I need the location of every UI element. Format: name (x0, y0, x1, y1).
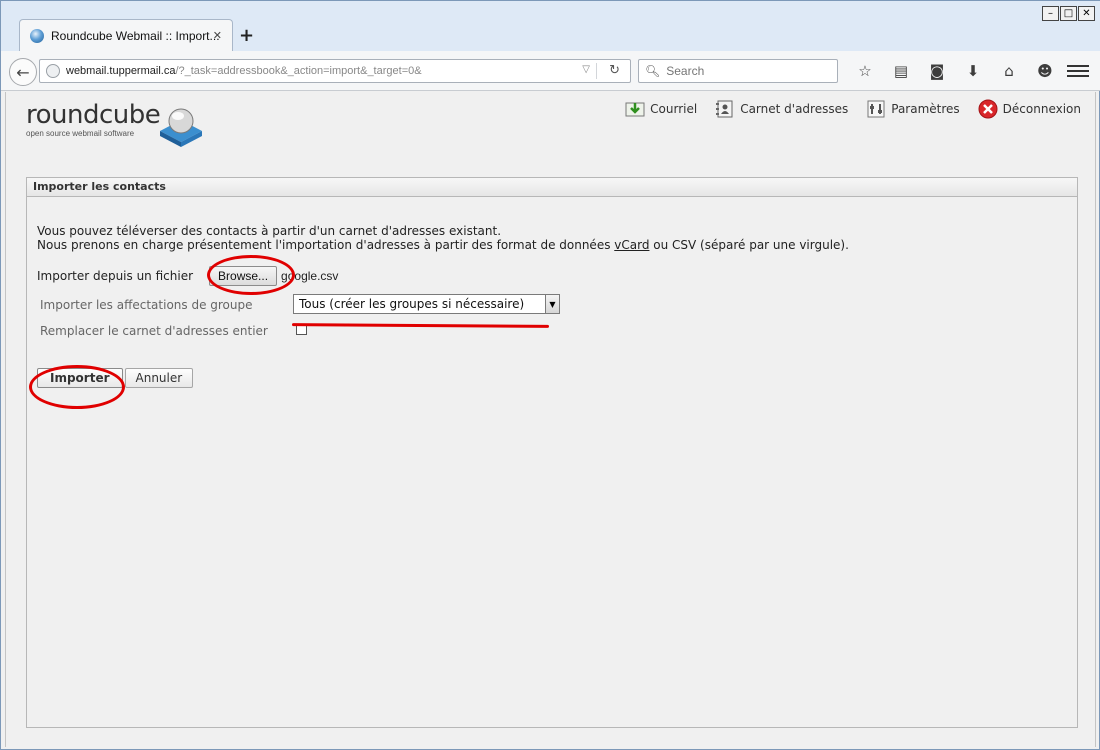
logo-tagline: open source webmail software (26, 129, 135, 138)
form-buttons: Importer Annuler (37, 368, 194, 388)
intro-line-1: Vous pouvez téléverser des contacts à pa… (37, 224, 502, 238)
replace-addressbook-label: Remplacer le carnet d'adresses entier (40, 324, 268, 338)
close-button[interactable]: ✕ (1078, 6, 1095, 21)
nav-addressbook-button[interactable]: Carnet d'adresses (715, 100, 848, 118)
nav-mail-label: Courriel (650, 102, 698, 116)
nav-logout-button[interactable]: Déconnexion (978, 99, 1081, 119)
chevron-down-icon[interactable]: ▼ (545, 295, 559, 313)
reading-list-icon[interactable]: ▤ (883, 61, 919, 81)
bookmark-star-icon[interactable]: ☆ (847, 61, 883, 81)
replace-addressbook-checkbox[interactable] (296, 324, 307, 335)
vcard-link[interactable]: vCard (614, 238, 649, 252)
group-assignments-value: Tous (créer les groupes si nécessaire) (299, 297, 525, 311)
browser-search-input[interactable] (666, 64, 827, 78)
site-identity-icon[interactable] (46, 64, 60, 78)
nav-mail-button[interactable]: Courriel (625, 100, 697, 118)
hamburger-menu-icon[interactable] (1067, 61, 1089, 81)
browser-toolbar-icons: ☆ ▤ ◙ ⬇ ⌂ ☻ (847, 61, 1063, 81)
panel-title: Importer les contacts (27, 178, 1077, 197)
file-upload-label: Importer depuis un fichier (37, 269, 194, 283)
top-navigation: Courriel Carnet d'adresses Paramètres Dé… (625, 99, 1081, 119)
nav-settings-button[interactable]: Paramètres (866, 100, 960, 118)
import-button[interactable]: Importer (37, 368, 123, 388)
nav-logout-label: Déconnexion (1002, 102, 1081, 116)
url-history-dropdown-icon[interactable]: ▽ (582, 64, 590, 75)
url-separator (596, 63, 597, 79)
maximize-button[interactable]: □ (1060, 6, 1077, 21)
group-assignments-label: Importer les affectations de groupe (40, 298, 253, 312)
url-path: /?_task=addressbook&_action=import&_targ… (175, 65, 422, 77)
logout-icon (978, 99, 998, 119)
intro-line-2-start: Nous prenons en charge présentement l'im… (37, 238, 615, 252)
chat-icon[interactable]: ☻ (1027, 61, 1063, 81)
download-icon[interactable]: ⬇ (955, 61, 991, 81)
url-text[interactable]: webmail.tuppermail.ca/?_task=addressbook… (66, 65, 422, 77)
window-controls: – □ ✕ (1042, 6, 1095, 21)
roundcube-page: roundcube open source webmail software C… (5, 92, 1096, 747)
home-icon[interactable]: ⌂ (991, 61, 1027, 81)
nav-addressbook-label: Carnet d'adresses (740, 102, 849, 116)
intro-line-2: Nous prenons en charge présentement l'im… (37, 238, 849, 252)
pocket-icon[interactable]: ◙ (919, 61, 955, 81)
new-tab-button[interactable]: + (239, 25, 254, 46)
back-arrow-icon: ← (16, 62, 30, 82)
import-contacts-panel: Importer les contacts Vous pouvez téléve… (26, 177, 1078, 728)
nav-settings-label: Paramètres (891, 102, 960, 116)
selected-file-name: google.csv (281, 269, 339, 283)
roundcube-cube-icon (160, 108, 202, 147)
roundcube-logo[interactable]: roundcube open source webmail software (26, 100, 202, 147)
browser-navbar: ← webmail.tuppermail.ca/?_task=addressbo… (1, 51, 1100, 91)
browser-tab[interactable]: Roundcube Webmail :: Import... ✕ (19, 19, 233, 51)
url-domain: webmail.tuppermail.ca (66, 65, 176, 77)
reload-icon[interactable]: ↻ (609, 63, 620, 78)
minimize-button[interactable]: – (1042, 6, 1059, 21)
file-upload-row: Importer depuis un fichier Browse... goo… (37, 266, 338, 286)
tab-close-icon[interactable]: ✕ (213, 29, 222, 42)
addressbook-icon (715, 100, 735, 118)
url-bar[interactable]: webmail.tuppermail.ca/?_task=addressbook… (39, 59, 631, 83)
browser-titlebar: Roundcube Webmail :: Import... ✕ + – □ ✕ (1, 1, 1100, 51)
intro-text: Vous pouvez téléverser des contacts à pa… (37, 224, 849, 252)
tab-title: Roundcube Webmail :: Import... (51, 28, 220, 43)
browse-button[interactable]: Browse... (209, 266, 278, 286)
browser-search-bar[interactable]: 🔍︎ (638, 59, 838, 83)
search-icon: 🔍︎ (645, 64, 661, 78)
back-button[interactable]: ← (9, 58, 37, 86)
logo-wordmark: roundcube (26, 100, 161, 130)
mail-icon (625, 100, 645, 118)
browser-window: Roundcube Webmail :: Import... ✕ + – □ ✕… (0, 0, 1100, 750)
settings-icon (866, 100, 886, 118)
roundcube-favicon-icon (30, 28, 44, 43)
intro-line-2-end: ou CSV (séparé par une virgule). (649, 238, 849, 252)
group-assignments-select[interactable]: Tous (créer les groupes si nécessaire) ▼ (293, 294, 560, 314)
cancel-button[interactable]: Annuler (124, 368, 194, 388)
